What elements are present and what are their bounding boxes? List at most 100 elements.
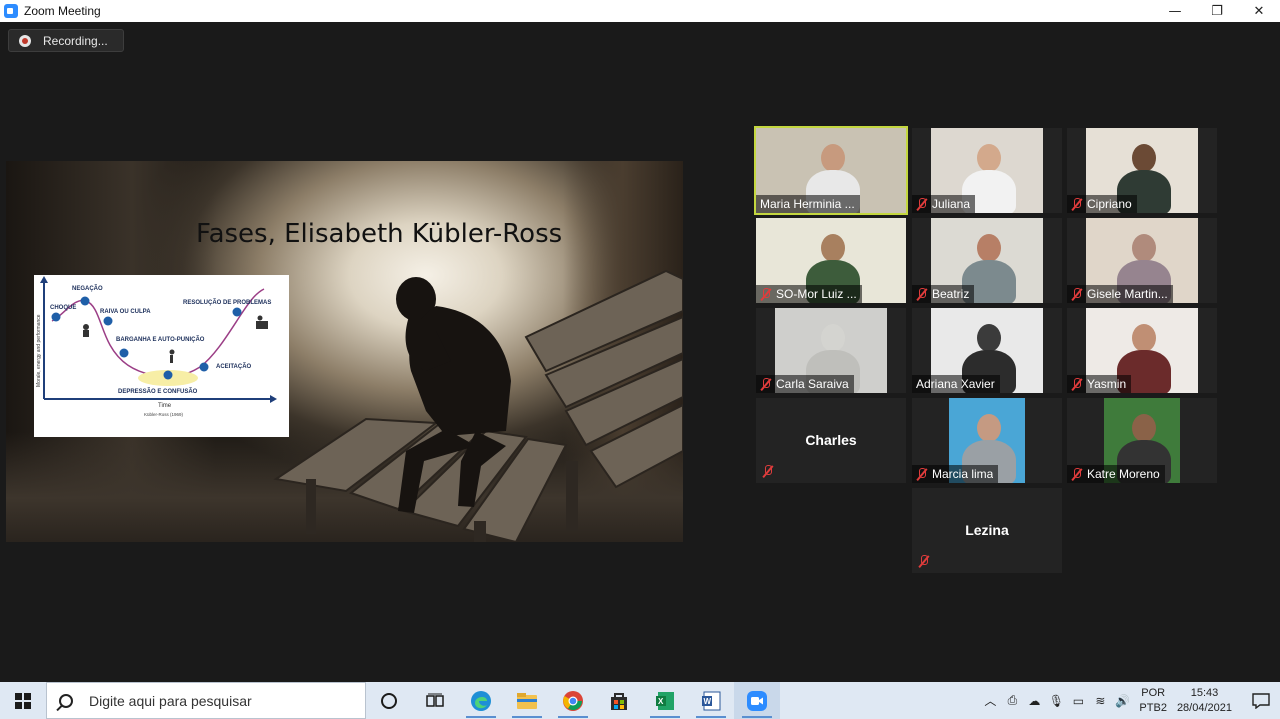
word-icon: W bbox=[702, 691, 721, 710]
participant-tile[interactable]: Marcia lima bbox=[912, 398, 1062, 483]
figure-icon-thinking bbox=[169, 349, 175, 363]
participant-tile[interactable]: Adriana Xavier bbox=[912, 308, 1062, 393]
window-title-bar: Zoom Meeting — ❐ ✕ bbox=[0, 0, 1280, 22]
participant-name-bar: Beatriz bbox=[912, 285, 975, 303]
chart-point-raiva bbox=[103, 316, 113, 326]
participant-name: SO-Mor Luiz ... bbox=[776, 287, 857, 301]
participant-name-bar: Marcia lima bbox=[912, 465, 999, 483]
show-hidden-icons-chevron-icon[interactable]: ︿ bbox=[979, 682, 1001, 719]
start-button[interactable] bbox=[0, 682, 46, 719]
muted-microphone-icon bbox=[760, 377, 772, 391]
muted-microphone-icon bbox=[916, 197, 928, 211]
participant-name-bar: Juliana bbox=[912, 195, 976, 213]
participant-name: Beatriz bbox=[932, 287, 970, 301]
kubler-ross-curve-diagram: NEGAÇÃO CHOQUE RAIVA OU CULPA BARGANHA E… bbox=[34, 275, 289, 437]
chart-point-choque bbox=[51, 312, 61, 322]
chrome-icon bbox=[563, 690, 583, 711]
x-axis-arrow bbox=[270, 395, 277, 403]
close-button[interactable]: ✕ bbox=[1238, 0, 1280, 22]
taskbar-search-box[interactable]: Digite aqui para pesquisar bbox=[46, 682, 366, 719]
clock-time: 15:43 bbox=[1190, 686, 1219, 699]
participant-tile[interactable]: Beatriz bbox=[912, 218, 1062, 303]
system-tray: ︿ ⎙ ☁ 🎙 ▭ ≋ 🔊 POR PTB2 15:43 28/04/2021 bbox=[979, 682, 1280, 719]
chart-source: Kübler-Ross (1969) bbox=[144, 412, 184, 417]
taskbar-file-explorer[interactable] bbox=[504, 682, 550, 719]
participant-tile[interactable]: Yasmin bbox=[1067, 308, 1217, 393]
battery-icon[interactable]: ▭ bbox=[1067, 682, 1089, 719]
chart-ylabel: Morale, energy and performance bbox=[36, 314, 42, 387]
label-choque: CHOQUE bbox=[50, 305, 76, 311]
microphone-icon[interactable]: 🎙 bbox=[1045, 682, 1067, 719]
task-view-button[interactable] bbox=[412, 682, 458, 719]
wifi-icon[interactable]: ≋ bbox=[1089, 682, 1111, 719]
window-controls: — ❐ ✕ bbox=[1154, 0, 1280, 22]
svg-text:W: W bbox=[704, 697, 712, 706]
participant-tile[interactable]: Cipriano bbox=[1067, 128, 1217, 213]
zoom-icon bbox=[747, 690, 767, 711]
taskbar-chrome[interactable] bbox=[550, 682, 596, 719]
notifications-button[interactable] bbox=[1242, 682, 1280, 719]
search-placeholder: Digite aqui para pesquisar bbox=[89, 692, 252, 709]
taskbar-word[interactable]: W bbox=[688, 682, 734, 719]
participant-tile[interactable]: Maria Herminia ... bbox=[754, 126, 908, 215]
volume-icon[interactable]: 🔊 bbox=[1111, 682, 1133, 719]
muted-microphone-icon bbox=[760, 287, 772, 301]
clock-date: 28/04/2021 bbox=[1176, 701, 1232, 714]
store-bag-icon bbox=[611, 692, 627, 710]
restore-button[interactable]: ❐ bbox=[1196, 0, 1238, 22]
participant-name: Maria Herminia ... bbox=[760, 197, 855, 211]
edge-icon bbox=[471, 690, 491, 711]
participant-name-bar: Maria Herminia ... bbox=[756, 195, 860, 213]
recording-indicator[interactable]: Recording... bbox=[8, 29, 124, 52]
cortana-button[interactable] bbox=[366, 682, 412, 719]
language-label: POR bbox=[1141, 686, 1166, 699]
record-icon bbox=[19, 34, 31, 47]
participant-name: Gisele Martin... bbox=[1087, 287, 1168, 301]
shared-screen[interactable]: Fases, Elisabeth Kübler-Ross NEGAÇÃO CHO… bbox=[6, 161, 683, 542]
participant-name: Katre Moreno bbox=[1087, 467, 1160, 481]
onedrive-cloud-icon[interactable]: ☁ bbox=[1023, 682, 1045, 719]
keyboard-layout-label: PTB2 bbox=[1139, 701, 1167, 714]
chart-xlabel: Time bbox=[158, 403, 172, 409]
label-raiva: RAIVA OU CULPA bbox=[100, 309, 151, 315]
chart-point-negacao bbox=[80, 296, 90, 306]
meet-now-icon[interactable]: ⎙ bbox=[1001, 682, 1023, 719]
participant-tile[interactable]: Lezina bbox=[912, 488, 1062, 573]
muted-microphone-icon bbox=[1071, 377, 1083, 391]
participant-name: Adriana Xavier bbox=[916, 377, 995, 391]
muted-microphone-icon bbox=[762, 465, 774, 478]
chart-point-barganha bbox=[119, 348, 129, 358]
participant-name-bar: Adriana Xavier bbox=[912, 375, 1000, 393]
muted-microphone-icon bbox=[1071, 467, 1083, 481]
participant-tile[interactable]: Juliana bbox=[912, 128, 1062, 213]
svg-text:X: X bbox=[658, 697, 664, 706]
label-negacao: NEGAÇÃO bbox=[72, 285, 103, 292]
participant-tile[interactable]: SO-Mor Luiz ... bbox=[756, 218, 906, 303]
muted-microphone-icon bbox=[1071, 287, 1083, 301]
taskbar-edge[interactable] bbox=[458, 682, 504, 719]
window-title: Zoom Meeting bbox=[24, 4, 101, 18]
participant-tile[interactable]: Gisele Martin... bbox=[1067, 218, 1217, 303]
label-resolucao: RESOLUÇÃO DE PROBLEMAS bbox=[183, 299, 271, 306]
participant-tile[interactable]: Katre Moreno bbox=[1067, 398, 1217, 483]
windows-taskbar: Digite aqui para pesquisar X W ︿ ⎙ ☁ 🎙 ▭… bbox=[0, 682, 1280, 719]
participant-name-bar: Katre Moreno bbox=[1067, 465, 1165, 483]
participant-tile[interactable]: Carla Saraiva bbox=[756, 308, 906, 393]
y-axis-arrow bbox=[40, 276, 48, 283]
participant-name: Marcia lima bbox=[932, 467, 994, 481]
taskbar-zoom[interactable] bbox=[734, 682, 780, 719]
participant-name-bar: Cipriano bbox=[1067, 195, 1137, 213]
participant-tile[interactable]: Charles bbox=[756, 398, 906, 483]
recording-label: Recording... bbox=[43, 33, 108, 48]
taskbar-clock[interactable]: 15:43 28/04/2021 bbox=[1177, 686, 1232, 716]
taskbar-store[interactable] bbox=[596, 682, 642, 719]
minimize-button[interactable]: — bbox=[1154, 0, 1196, 22]
figure-icon-working bbox=[256, 315, 268, 329]
muted-microphone-icon bbox=[1071, 197, 1083, 211]
taskbar-excel[interactable]: X bbox=[642, 682, 688, 719]
language-indicator[interactable]: POR PTB2 bbox=[1139, 686, 1167, 716]
task-view-icon bbox=[426, 693, 444, 707]
label-aceitacao: ACEITAÇÃO bbox=[216, 363, 252, 370]
folder-icon bbox=[517, 692, 537, 709]
participant-name: Juliana bbox=[932, 197, 971, 211]
